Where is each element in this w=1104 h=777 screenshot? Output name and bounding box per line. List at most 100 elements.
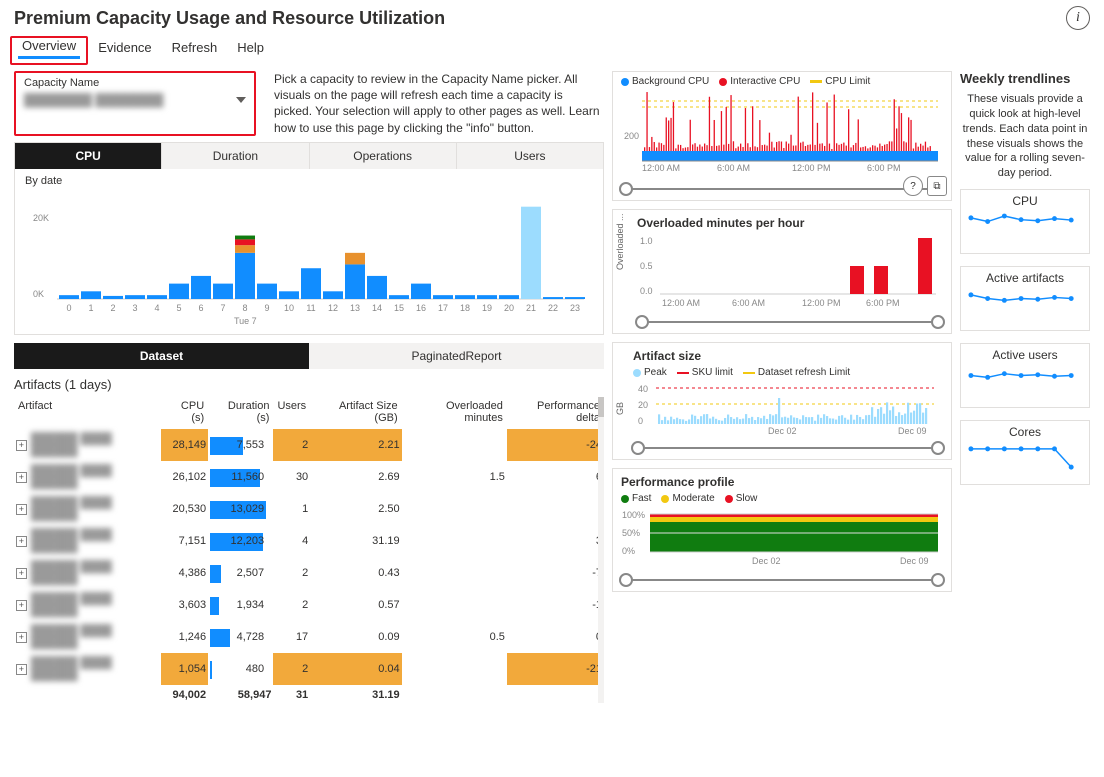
svg-text:100%: 100% — [622, 510, 645, 520]
perf-profile-slider[interactable] — [621, 573, 943, 587]
bydate-chart[interactable]: 20K 0K 012345678910111213141516171819202… — [25, 189, 593, 329]
sparkline — [967, 441, 1083, 475]
metric-tab-duration[interactable]: Duration — [162, 143, 309, 169]
weekly-card[interactable]: Cores — [960, 420, 1090, 485]
svg-text:6:00 PM: 6:00 PM — [867, 163, 901, 173]
table-row[interactable]: +██████ ████ ██████1,05448020.04-21 — [14, 653, 604, 685]
expand-icon[interactable]: + — [16, 504, 27, 515]
svg-text:0: 0 — [638, 416, 643, 426]
picker-label: Capacity Name — [16, 73, 254, 91]
metric-tabs: CPU Duration Operations Users — [15, 143, 603, 169]
svg-text:200: 200 — [624, 131, 639, 141]
svg-text:Dec 09: Dec 09 — [898, 426, 927, 436]
table-header[interactable]: Users — [273, 396, 310, 429]
chevron-down-icon — [236, 97, 246, 103]
perf-profile-chart[interactable]: 100% 50% 0% Dec 02 Dec 09 — [621, 508, 943, 568]
overloaded-ylabel: Overloaded ... — [615, 213, 625, 270]
svg-text:16: 16 — [416, 303, 426, 313]
page-title: Premium Capacity Usage and Resource Util… — [14, 8, 445, 29]
cpu-timeline-chart[interactable]: 200 12:00 AM 6:00 AM 12:00 PM 6:00 PM — [621, 91, 943, 177]
cpu-timeline-slider[interactable] — [621, 182, 943, 196]
dataset-tabs: Dataset PaginatedReport — [14, 343, 604, 369]
svg-text:20K: 20K — [33, 213, 49, 223]
expand-icon[interactable]: + — [16, 600, 27, 611]
svg-text:5: 5 — [176, 303, 181, 313]
svg-text:19: 19 — [482, 303, 492, 313]
tab-help[interactable]: Help — [227, 36, 274, 65]
svg-text:Dec 02: Dec 02 — [768, 426, 797, 436]
svg-text:10: 10 — [284, 303, 294, 313]
svg-text:Dec 02: Dec 02 — [752, 556, 781, 566]
perf-profile-card: Performance profile Fast Moderate Slow 1… — [612, 468, 952, 592]
help-icon[interactable]: ? — [903, 176, 923, 196]
expand-icon[interactable]: + — [16, 472, 27, 483]
info-icon[interactable]: i — [1066, 6, 1090, 30]
expand-icon[interactable]: + — [16, 440, 27, 451]
expand-icon[interactable]: + — [16, 664, 27, 675]
table-row[interactable]: +██████ ████ ██████4,3862,50720.43-7 — [14, 557, 604, 589]
table-header[interactable]: Overloaded minutes — [402, 396, 507, 429]
table-header[interactable]: Duration (s) — [208, 396, 273, 429]
artifact-size-card: Artifact size Peak SKU limit Dataset ref… — [612, 342, 952, 460]
cpu-legend: Background CPU Interactive CPU CPU Limit — [621, 76, 943, 87]
table-row[interactable]: +██████ ████ ██████1,2464,728170.090.50 — [14, 621, 604, 653]
table-scrollbar-thumb[interactable] — [598, 397, 604, 417]
artifact-name: ██████ ████ ██████ — [31, 625, 159, 649]
svg-text:14: 14 — [372, 303, 382, 313]
table-row[interactable]: +██████ ████ ██████26,10211,560302.691.5… — [14, 461, 604, 493]
metric-tab-cpu[interactable]: CPU — [15, 143, 162, 169]
artifact-size-slider[interactable] — [633, 441, 943, 455]
svg-text:Tue 7: Tue 7 — [234, 316, 257, 326]
expand-icon[interactable]: + — [16, 536, 27, 547]
tab-evidence[interactable]: Evidence — [88, 36, 161, 65]
svg-text:15: 15 — [394, 303, 404, 313]
tab-refresh[interactable]: Refresh — [162, 36, 228, 65]
expand-icon[interactable]: + — [16, 568, 27, 579]
svg-text:Dec 09: Dec 09 — [900, 556, 929, 566]
svg-text:50%: 50% — [622, 528, 640, 538]
artifact-size-chart[interactable]: 40 20 0 Dec 02 Dec 09 — [633, 382, 943, 436]
artifact-size-title: Artifact size — [633, 349, 943, 363]
dataset-tab-dataset[interactable]: Dataset — [14, 343, 309, 369]
artifact-name: ██████ ████ ██████ — [31, 497, 159, 521]
copy-icon[interactable]: ⧉ — [927, 176, 947, 196]
bydate-title: By date — [25, 175, 593, 187]
svg-text:1: 1 — [88, 303, 93, 313]
artifact-name: ██████ ████ ██████ — [31, 561, 159, 585]
svg-text:6:00 PM: 6:00 PM — [866, 298, 900, 308]
dataset-tab-paginated[interactable]: PaginatedReport — [309, 343, 604, 369]
weekly-card[interactable]: CPU — [960, 189, 1090, 254]
table-row[interactable]: +██████ ████ ██████3,6031,93420.57-1 — [14, 589, 604, 621]
capacity-name-picker[interactable]: Capacity Name ████████ ████████ — [14, 71, 256, 136]
table-header[interactable]: Artifact — [14, 396, 161, 429]
overloaded-card: Overloaded minutes per hour Overloaded .… — [612, 209, 952, 334]
expand-icon[interactable]: + — [16, 632, 27, 643]
table-row[interactable]: +██████ ████ ██████28,1497,55322.21-24 — [14, 429, 604, 461]
cpu-timeline-card: Background CPU Interactive CPU CPU Limit… — [612, 71, 952, 201]
artifact-name: ██████ ████ ██████ — [31, 465, 159, 489]
svg-text:7: 7 — [220, 303, 225, 313]
table-row[interactable]: +██████ ████ ██████7,15112,203431.193 — [14, 525, 604, 557]
svg-text:0.5: 0.5 — [640, 261, 653, 271]
metric-tab-operations[interactable]: Operations — [310, 143, 457, 169]
svg-text:6:00 AM: 6:00 AM — [717, 163, 750, 173]
weekly-title: Weekly trendlines — [960, 71, 1090, 86]
page-tabs: Overview Evidence Refresh Help — [0, 36, 1104, 65]
svg-text:6:00 AM: 6:00 AM — [732, 298, 765, 308]
table-header[interactable]: CPU (s) — [161, 396, 208, 429]
artifacts-table: ArtifactCPU (s)Duration (s)UsersArtifact… — [14, 396, 604, 705]
svg-text:1.0: 1.0 — [640, 236, 653, 246]
weekly-card[interactable]: Active users — [960, 343, 1090, 408]
table-row[interactable]: +██████ ████ ██████20,53013,02912.50 — [14, 493, 604, 525]
metric-tab-users[interactable]: Users — [457, 143, 603, 169]
svg-text:12:00 AM: 12:00 AM — [642, 163, 680, 173]
table-header[interactable]: Performance delta — [507, 396, 604, 429]
tab-overview[interactable]: Overview — [12, 34, 86, 63]
sparkline — [967, 210, 1083, 244]
svg-text:9: 9 — [264, 303, 269, 313]
weekly-card[interactable]: Active artifacts — [960, 266, 1090, 331]
overloaded-slider[interactable] — [637, 315, 943, 329]
overloaded-chart[interactable]: 1.0 0.5 0.0 12:00 AM 6:00 AM 12:00 PM 6:… — [637, 234, 943, 310]
table-header[interactable]: Artifact Size (GB) — [310, 396, 401, 429]
svg-text:8: 8 — [242, 303, 247, 313]
